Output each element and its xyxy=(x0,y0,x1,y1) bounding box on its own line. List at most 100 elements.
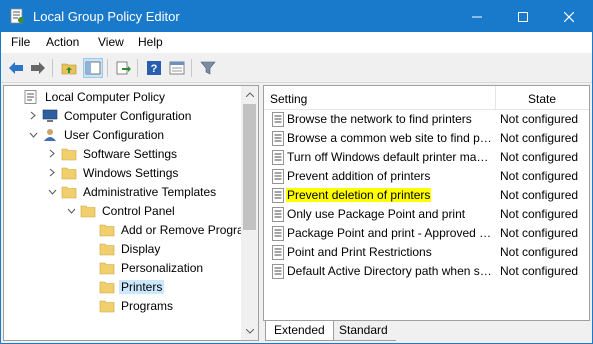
export-list-icon xyxy=(116,61,131,75)
setting-name: Prevent deletion of printers xyxy=(286,188,432,202)
minimize-button[interactable] xyxy=(454,1,500,32)
menu-view[interactable]: View xyxy=(98,35,124,49)
tree-item[interactable]: Computer Configuration xyxy=(27,106,193,125)
scroll-up-button[interactable] xyxy=(241,86,258,103)
export-list-button[interactable] xyxy=(113,58,133,78)
tree-item-label: Software Settings xyxy=(83,146,178,161)
settings-list[interactable]: Setting State Browse the network to find… xyxy=(263,85,590,321)
title-bar[interactable]: Local Group Policy Editor xyxy=(1,1,592,32)
setting-row[interactable]: Package Point and print - Approved serve… xyxy=(264,224,589,243)
tree-item[interactable]: Programs xyxy=(84,296,175,315)
folder-icon xyxy=(99,261,115,275)
tree-item-label: Administrative Templates xyxy=(83,184,217,199)
help-button[interactable]: ? xyxy=(144,58,164,78)
setting-row[interactable]: Turn off Windows default printer managem… xyxy=(264,148,589,167)
tree-item[interactable]: Windows Settings xyxy=(46,163,180,182)
folder-icon xyxy=(99,242,115,256)
folder-icon xyxy=(61,166,77,180)
menu-file[interactable]: File xyxy=(11,35,30,49)
setting-name: Prevent addition of printers xyxy=(287,169,431,183)
tree-item-label: Windows Settings xyxy=(83,165,179,180)
setting-row[interactable]: Default Active Directory path when searc… xyxy=(264,262,589,281)
svg-text:?: ? xyxy=(151,63,158,75)
back-button[interactable] xyxy=(6,58,26,78)
setting-state: Not configured xyxy=(500,188,579,202)
tree-item[interactable]: Add or Remove Programs xyxy=(84,220,258,239)
setting-state: Not configured xyxy=(500,226,579,240)
policy-setting-icon xyxy=(271,150,285,165)
tree-item[interactable]: Administrative Templates xyxy=(46,182,218,201)
close-icon xyxy=(564,11,574,22)
tree-item-label: Display xyxy=(121,241,161,256)
tree-item[interactable]: Display xyxy=(84,239,162,258)
tree-item[interactable]: Personalization xyxy=(84,258,205,277)
tab-standard[interactable]: Standard xyxy=(331,321,396,341)
setting-row[interactable]: Only use Package Point and print Not conf… xyxy=(264,205,589,224)
tree-item[interactable]: Control Panel xyxy=(65,201,177,220)
folder-icon xyxy=(99,223,115,237)
gpedit-window: Local Group Policy Editor File Action Vi… xyxy=(0,0,593,344)
column-divider[interactable] xyxy=(495,86,496,110)
up-folder-button[interactable] xyxy=(59,58,79,78)
tree-item-label: User Configuration xyxy=(64,127,165,142)
chevron-right-icon[interactable] xyxy=(46,167,58,179)
minimize-icon xyxy=(472,16,482,17)
forward-button[interactable] xyxy=(28,58,48,78)
filter-button[interactable] xyxy=(198,58,218,78)
back-arrow-icon xyxy=(9,62,23,74)
tree-item[interactable]: User Configuration xyxy=(27,125,166,144)
chevron-down-icon[interactable] xyxy=(46,186,58,198)
policy-icon xyxy=(23,89,39,104)
app-icon xyxy=(10,8,24,24)
setting-state: Not configured xyxy=(500,150,579,164)
scroll-thumb[interactable] xyxy=(243,104,256,230)
close-button[interactable] xyxy=(546,1,592,32)
tree-scrollbar[interactable] xyxy=(241,86,258,340)
policy-setting-icon xyxy=(271,131,285,146)
properties-icon xyxy=(169,61,185,75)
scroll-down-button[interactable] xyxy=(241,323,258,340)
column-header-state[interactable]: State xyxy=(528,92,556,106)
setting-row[interactable]: Prevent addition of printers Not configur… xyxy=(264,167,589,186)
tab-extended[interactable]: Extended xyxy=(265,321,334,341)
setting-row[interactable]: Point and Print Restrictions Not configur… xyxy=(264,243,589,262)
policy-setting-icon xyxy=(271,245,285,260)
chevron-down-icon xyxy=(245,329,254,334)
help-icon: ? xyxy=(147,61,161,75)
forward-arrow-icon xyxy=(31,62,45,74)
chevron-down-icon[interactable] xyxy=(27,129,39,141)
console-tree[interactable]: Local Computer Policy Computer Configurat… xyxy=(3,85,259,341)
setting-name: Turn off Windows default printer managem… xyxy=(287,150,494,164)
maximize-button[interactable] xyxy=(500,1,546,32)
show-tree-button[interactable] xyxy=(83,58,103,78)
chevron-down-icon[interactable] xyxy=(65,205,77,217)
tree-item-label: Control Panel xyxy=(102,203,175,218)
toolbar-separator xyxy=(191,59,192,77)
tree-item-label: Local Computer Policy xyxy=(45,89,166,104)
tree-item-label: Personalization xyxy=(121,260,204,275)
tree-item[interactable]: Printers xyxy=(84,277,165,296)
toolbar-separator xyxy=(52,59,53,77)
column-header-setting[interactable]: Setting xyxy=(270,92,307,106)
setting-name: Package Point and print - Approved serve… xyxy=(287,226,494,240)
chevron-right-icon[interactable] xyxy=(27,110,39,122)
chevron-right-icon[interactable] xyxy=(46,148,58,160)
menu-help[interactable]: Help xyxy=(138,35,163,49)
setting-state: Not configured xyxy=(500,169,579,183)
setting-row[interactable]: Browse a common web site to find printer… xyxy=(264,129,589,148)
computer-icon xyxy=(42,109,58,123)
tree-item[interactable]: Software Settings xyxy=(46,144,179,163)
console-tree-icon xyxy=(85,61,101,75)
tree-item[interactable]: Local Computer Policy xyxy=(8,87,167,106)
folder-icon xyxy=(80,204,96,218)
setting-state: Not configured xyxy=(500,131,579,145)
setting-row[interactable]: Prevent deletion of printers Not configur… xyxy=(264,186,589,205)
chevron-up-icon xyxy=(245,92,254,97)
menu-action[interactable]: Action xyxy=(46,35,79,49)
menu-bar: File Action View Help xyxy=(1,32,592,53)
toolbar: ? xyxy=(1,53,592,83)
properties-button[interactable] xyxy=(167,58,187,78)
setting-row[interactable]: Browse the network to find printers Not c… xyxy=(264,110,589,129)
